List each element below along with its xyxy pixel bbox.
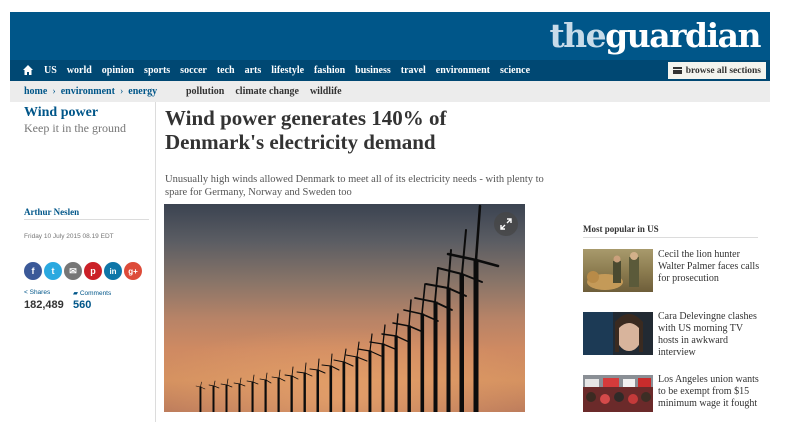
linkedin-icon[interactable]: in — [104, 262, 122, 280]
nav-item-fashion[interactable]: fashion — [314, 65, 345, 76]
tag-climate-change[interactable]: climate change — [235, 86, 299, 97]
thumbnail-image[interactable] — [583, 375, 653, 412]
nav-items: US world opinion sports soccer tech arts… — [44, 60, 540, 81]
thumbnail-image[interactable] — [583, 312, 653, 355]
series-subtitle[interactable]: Keep it in the ground — [24, 121, 126, 136]
tag-pollution[interactable]: pollution — [186, 86, 224, 97]
googleplus-icon[interactable]: g+ — [124, 262, 142, 280]
logo-guardian: guardian — [605, 16, 761, 55]
nav-item-opinion[interactable]: opinion — [102, 65, 134, 76]
article-headline: Wind power generates 140% of Denmark's e… — [165, 106, 447, 154]
divider — [583, 237, 758, 238]
email-icon[interactable]: ✉ — [64, 262, 82, 280]
logo-the: the — [549, 16, 606, 55]
most-popular-item[interactable]: Cecil the lion hunter Walter Palmer face… — [658, 249, 762, 285]
pinterest-icon[interactable]: p — [84, 262, 102, 280]
browse-label: browse all sections — [685, 65, 761, 76]
nav-item-sports[interactable]: sports — [144, 65, 170, 76]
browse-all-sections-button[interactable]: browse all sections — [667, 62, 766, 79]
dateline: Friday 10 July 2015 08.19 EDT — [24, 233, 114, 240]
comments-label-text: Comments — [79, 290, 112, 297]
portrait-photo — [583, 312, 643, 355]
facebook-icon[interactable]: f — [24, 262, 42, 280]
tag-wildlife[interactable]: wildlife — [310, 86, 342, 97]
expand-image-button[interactable] — [494, 212, 518, 236]
wind-turbines-image — [164, 204, 525, 412]
menu-icon — [672, 67, 682, 74]
divider — [24, 219, 149, 220]
breadcrumb-home[interactable]: home — [24, 86, 47, 97]
thumbnail-image[interactable] — [583, 249, 653, 292]
nav-item-business[interactable]: business — [355, 65, 391, 76]
shares-count: 182,489 — [24, 299, 64, 311]
twitter-icon[interactable]: t — [44, 262, 62, 280]
nav-item-lifestyle[interactable]: lifestyle — [271, 65, 304, 76]
shares-label-text: Shares — [29, 289, 51, 296]
breadcrumb-environment[interactable]: environment — [61, 86, 115, 97]
series-title[interactable]: Wind power — [24, 105, 98, 121]
share-icon: < — [24, 289, 28, 296]
nav-item-world[interactable]: world — [67, 65, 92, 76]
main-nav: US world opinion sports soccer tech arts… — [10, 60, 770, 81]
nav-item-tech[interactable]: tech — [217, 65, 235, 76]
most-popular-item[interactable]: Los Angeles union wants to be exempt fro… — [658, 374, 762, 410]
chevron-right-icon: › — [52, 86, 56, 97]
most-popular-item[interactable]: Cara Delevingne clashes with US morning … — [658, 311, 762, 359]
hunter-photo — [587, 252, 639, 290]
nav-item-us[interactable]: US — [44, 65, 57, 76]
nav-item-travel[interactable]: travel — [401, 65, 426, 76]
breadcrumb-energy[interactable]: energy — [128, 86, 157, 97]
masthead: theguardian — [10, 12, 770, 60]
article-standfirst: Unusually high winds allowed Denmark to … — [165, 174, 544, 198]
nav-item-soccer[interactable]: soccer — [180, 65, 207, 76]
chevron-right-icon: › — [119, 86, 124, 97]
main-photo — [164, 204, 525, 412]
comments-label[interactable]: ▰ Comments — [73, 289, 111, 297]
comment-icon: ▰ — [73, 290, 78, 297]
sub-nav: home › environment › energy pollution cl… — [10, 81, 770, 102]
nav-item-science[interactable]: science — [500, 65, 530, 76]
expand-icon — [500, 218, 512, 230]
column-divider — [155, 102, 156, 422]
guardian-logo[interactable]: theguardian — [549, 16, 761, 56]
shares-label: < Shares — [24, 289, 50, 296]
keyword-tags: pollution climate change wildlife — [186, 81, 353, 102]
comments-count[interactable]: 560 — [73, 299, 91, 311]
protest-photo — [583, 375, 653, 404]
nav-item-arts[interactable]: arts — [245, 65, 262, 76]
nav-item-environment[interactable]: environment — [436, 65, 490, 76]
share-buttons: f t ✉ p in g+ — [24, 262, 144, 280]
home-icon[interactable] — [22, 64, 34, 76]
most-popular-title: Most popular in US — [583, 224, 659, 234]
byline[interactable]: Arthur Neslen — [24, 207, 79, 217]
breadcrumb: home › environment › energy — [24, 81, 157, 102]
